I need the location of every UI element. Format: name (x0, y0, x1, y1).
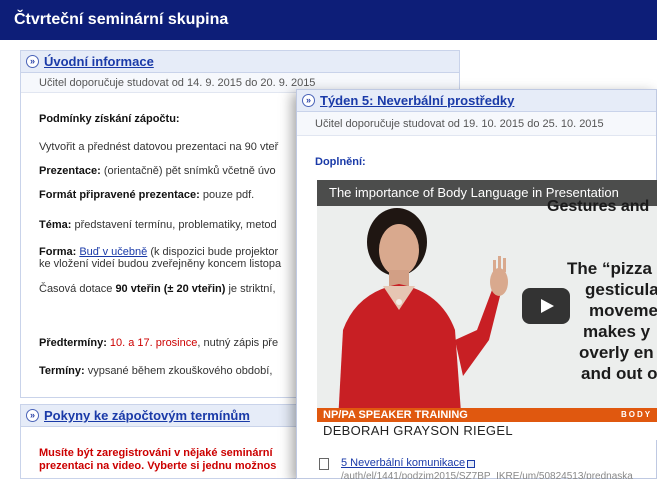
open-in-new-icon[interactable] (467, 460, 475, 468)
week5-header: » Týden 5: Neverbální prostředky (297, 90, 656, 112)
week5-dates: Učitel doporučuje studovat od 19. 10. 20… (315, 118, 604, 130)
file-link[interactable]: 5 Neverbální komunikace (341, 457, 465, 470)
play-button[interactable] (522, 288, 570, 324)
tema-line: Téma: představení termínu, problematiky,… (39, 219, 277, 231)
video-player[interactable]: The importance of Body Language in Prese… (317, 180, 657, 440)
video-speaker-name: DEBORAH GRAYSON RIEGEL (323, 423, 513, 438)
casova-line: Časová dotace 90 vteřin (± 20 vteřin) je… (39, 283, 276, 295)
section-intro-header: » Úvodní informace (21, 51, 459, 73)
video-slide-line-6: and out o (581, 364, 657, 383)
video-banner-text: NP/PA SPEAKER TRAINING (323, 409, 468, 421)
pokyny-line2: prezentaci na video. Vyberte si jednu mo… (39, 460, 277, 472)
video-banner: NP/PA SPEAKER TRAINING BODY (317, 408, 657, 422)
video-slide-line-1: The “pizza p (567, 259, 657, 278)
section-intro-title[interactable]: Úvodní informace (44, 54, 154, 69)
video-slide-line-2: gesticulat (585, 280, 657, 299)
course-title: Čtvrteční seminární skupina (14, 11, 229, 28)
forma-link[interactable]: Buď v učebně (79, 246, 147, 258)
conditions-heading: Podmínky získání zápočtu: (39, 113, 180, 125)
video-name-band: DEBORAH GRAYSON RIEGEL (317, 422, 657, 440)
doplneni-label: Doplnění: (315, 156, 366, 168)
video-banner-right: BODY (621, 410, 653, 419)
section-intro-dates: Učitel doporučuje studovat od 14. 9. 201… (39, 77, 316, 89)
format-line: Formát připravené prezentace: pouze pdf. (39, 189, 255, 201)
section-pokyny-title[interactable]: Pokyny ke zápočtovým termínům (44, 408, 250, 423)
forma-line2: ke vložení videí budou zveřejněny koncem… (39, 258, 282, 270)
course-title-bar: Čtvrteční seminární skupina (0, 0, 657, 40)
video-slide-line-3: movemen (589, 301, 657, 320)
video-slide-line-4: makes y (583, 322, 651, 341)
week5-dates-band: Učitel doporučuje studovat od 19. 10. 20… (297, 112, 656, 136)
prezentace-line: Prezentace: (orientačně) pět snímků včet… (39, 165, 276, 177)
week5-title[interactable]: Týden 5: Neverbální prostředky (320, 93, 514, 108)
terminy-line: Termíny: vypsané během zkouškového obdob… (39, 365, 273, 377)
expand-icon[interactable]: » (302, 94, 315, 107)
expand-icon[interactable]: » (26, 409, 39, 422)
conditions-line1: Vytvořit a přednést datovou prezentaci n… (39, 141, 279, 153)
expand-icon[interactable]: » (26, 55, 39, 68)
pokyny-line1: Musíte být zaregistrováni v nějaké semin… (39, 447, 273, 459)
week5-overlay-panel: » Týden 5: Neverbální prostředky Učitel … (296, 89, 657, 479)
file-path: /auth/el/1441/podzim2015/SZ7BP_IKRE/um/5… (341, 471, 633, 479)
video-slide-sub: Gestures and (547, 198, 650, 215)
file-icon (319, 458, 329, 470)
video-slide-line-5: overly en (579, 343, 654, 362)
predterminy-line: Předtermíny: 10. a 17. prosince, nutný z… (39, 337, 279, 349)
